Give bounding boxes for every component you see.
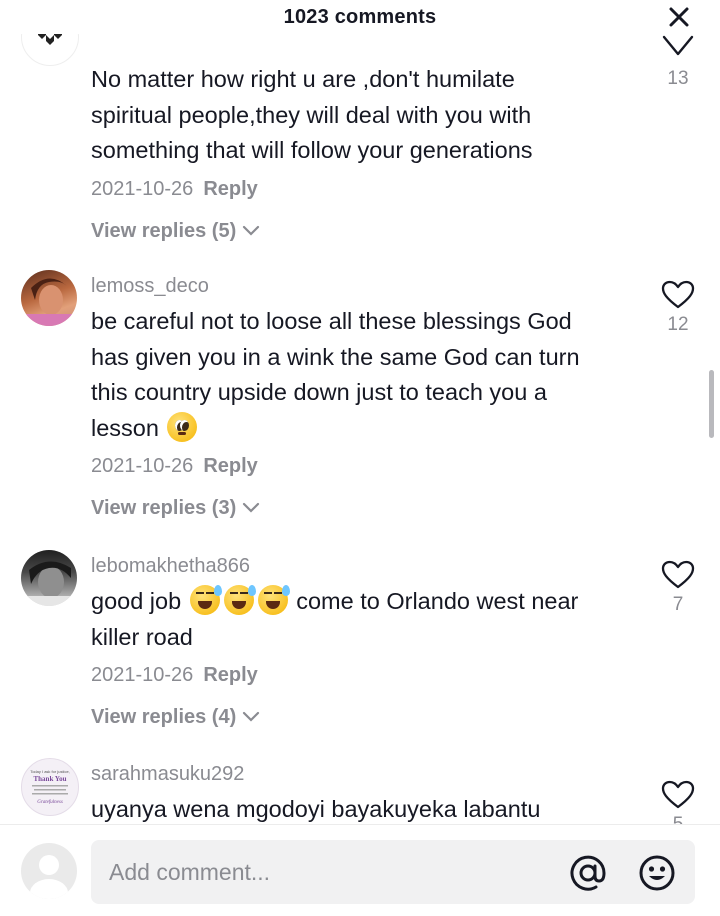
scrollbar-thumb[interactable] [709, 370, 714, 438]
like-count: 13 [667, 68, 689, 89]
comment-count-title: 1023 comments [283, 5, 437, 28]
heart-icon [662, 35, 694, 56]
comment-composer [0, 824, 720, 916]
comment-meta: 2021-10-26 Reply [91, 661, 641, 689]
like-button[interactable]: 13 [656, 34, 700, 90]
comment-date: 2021-10-26 [91, 664, 194, 686]
grinning-sweat-emoji [223, 585, 256, 615]
like-count: 7 [672, 594, 684, 615]
card-line: Today I ask for justice, [30, 769, 70, 774]
grinning-sweat-emoji [257, 585, 290, 615]
comment-meta: 2021-10-26 Reply [91, 175, 641, 203]
chevron-down-icon [243, 502, 260, 513]
card-signature: Gratefulness [37, 800, 63, 805]
comment-username[interactable]: lebomakhetha866 [91, 554, 641, 578]
avatar[interactable] [21, 550, 77, 606]
comment-text: uyanya wena mgodoyi bayakuyeka labantu [91, 796, 541, 822]
smiley-icon[interactable] [638, 854, 676, 892]
view-replies-label: View replies (3) [91, 497, 237, 519]
heart-icon [661, 560, 695, 589]
current-user-avatar[interactable] [21, 843, 77, 899]
brand-logo-icon [38, 34, 62, 45]
view-replies-label: View replies (5) [91, 219, 237, 242]
reply-button[interactable]: Reply [203, 178, 257, 200]
comment-text-body: be careful not to loose all these blessi… [91, 308, 580, 441]
reply-button[interactable]: Reply [203, 455, 257, 477]
comment-date: 2021-10-26 [91, 177, 194, 200]
pleading-face-emoji [167, 411, 198, 442]
avatar[interactable]: Today I ask for justice, Thank You Grate… [21, 758, 79, 816]
reply-button[interactable]: Reply [203, 664, 257, 686]
comment-username[interactable]: lemoss_deco [91, 274, 641, 298]
avatar[interactable] [21, 270, 77, 326]
user-photo-icon [21, 561, 77, 606]
close-button[interactable] [664, 2, 694, 32]
comment-username[interactable]: sarahmasuku292 [91, 762, 641, 786]
heart-icon [661, 780, 695, 809]
view-replies-button[interactable]: View replies (5) [91, 217, 260, 245]
close-icon [669, 7, 689, 27]
heart-icon [661, 280, 695, 309]
comment-input[interactable] [107, 857, 551, 887]
thank-you-card-avatar: Today I ask for justice, Thank You Grate… [30, 769, 70, 805]
comment-list[interactable]: No matter how right u are ,don't humilat… [0, 34, 720, 824]
card-title: Thank You [33, 775, 66, 783]
like-button[interactable]: 7 [656, 560, 700, 616]
like-count: 12 [667, 314, 689, 335]
view-replies-button[interactable]: View replies (3) [91, 494, 260, 522]
user-photo-icon [21, 278, 77, 326]
like-count: 5 [673, 814, 684, 824]
view-replies-label: View replies (4) [91, 706, 237, 728]
comment-date: 2021-10-26 [91, 455, 194, 477]
comment-text: be careful not to loose all these blessi… [91, 304, 641, 446]
view-replies-button[interactable]: View replies (4) [91, 703, 260, 731]
comment-text-start: good job [91, 588, 182, 614]
comment-text: good job come to Orlando west near kille… [91, 584, 641, 655]
comment-meta: 2021-10-26 Reply [91, 452, 641, 480]
chevron-down-icon [243, 225, 260, 236]
default-user-icon [30, 855, 68, 899]
comments-header: 1023 comments [0, 0, 720, 34]
comment-text: No matter how right u are ,don't humilat… [91, 66, 533, 163]
chevron-down-icon [243, 711, 260, 722]
grinning-sweat-emoji [189, 585, 222, 615]
comment-input-box[interactable] [91, 840, 695, 904]
at-sign-icon[interactable] [569, 854, 607, 892]
avatar[interactable] [21, 34, 79, 66]
comment-username[interactable] [91, 34, 641, 44]
like-button[interactable]: 5 [656, 780, 700, 824]
like-button[interactable]: 12 [656, 280, 700, 336]
